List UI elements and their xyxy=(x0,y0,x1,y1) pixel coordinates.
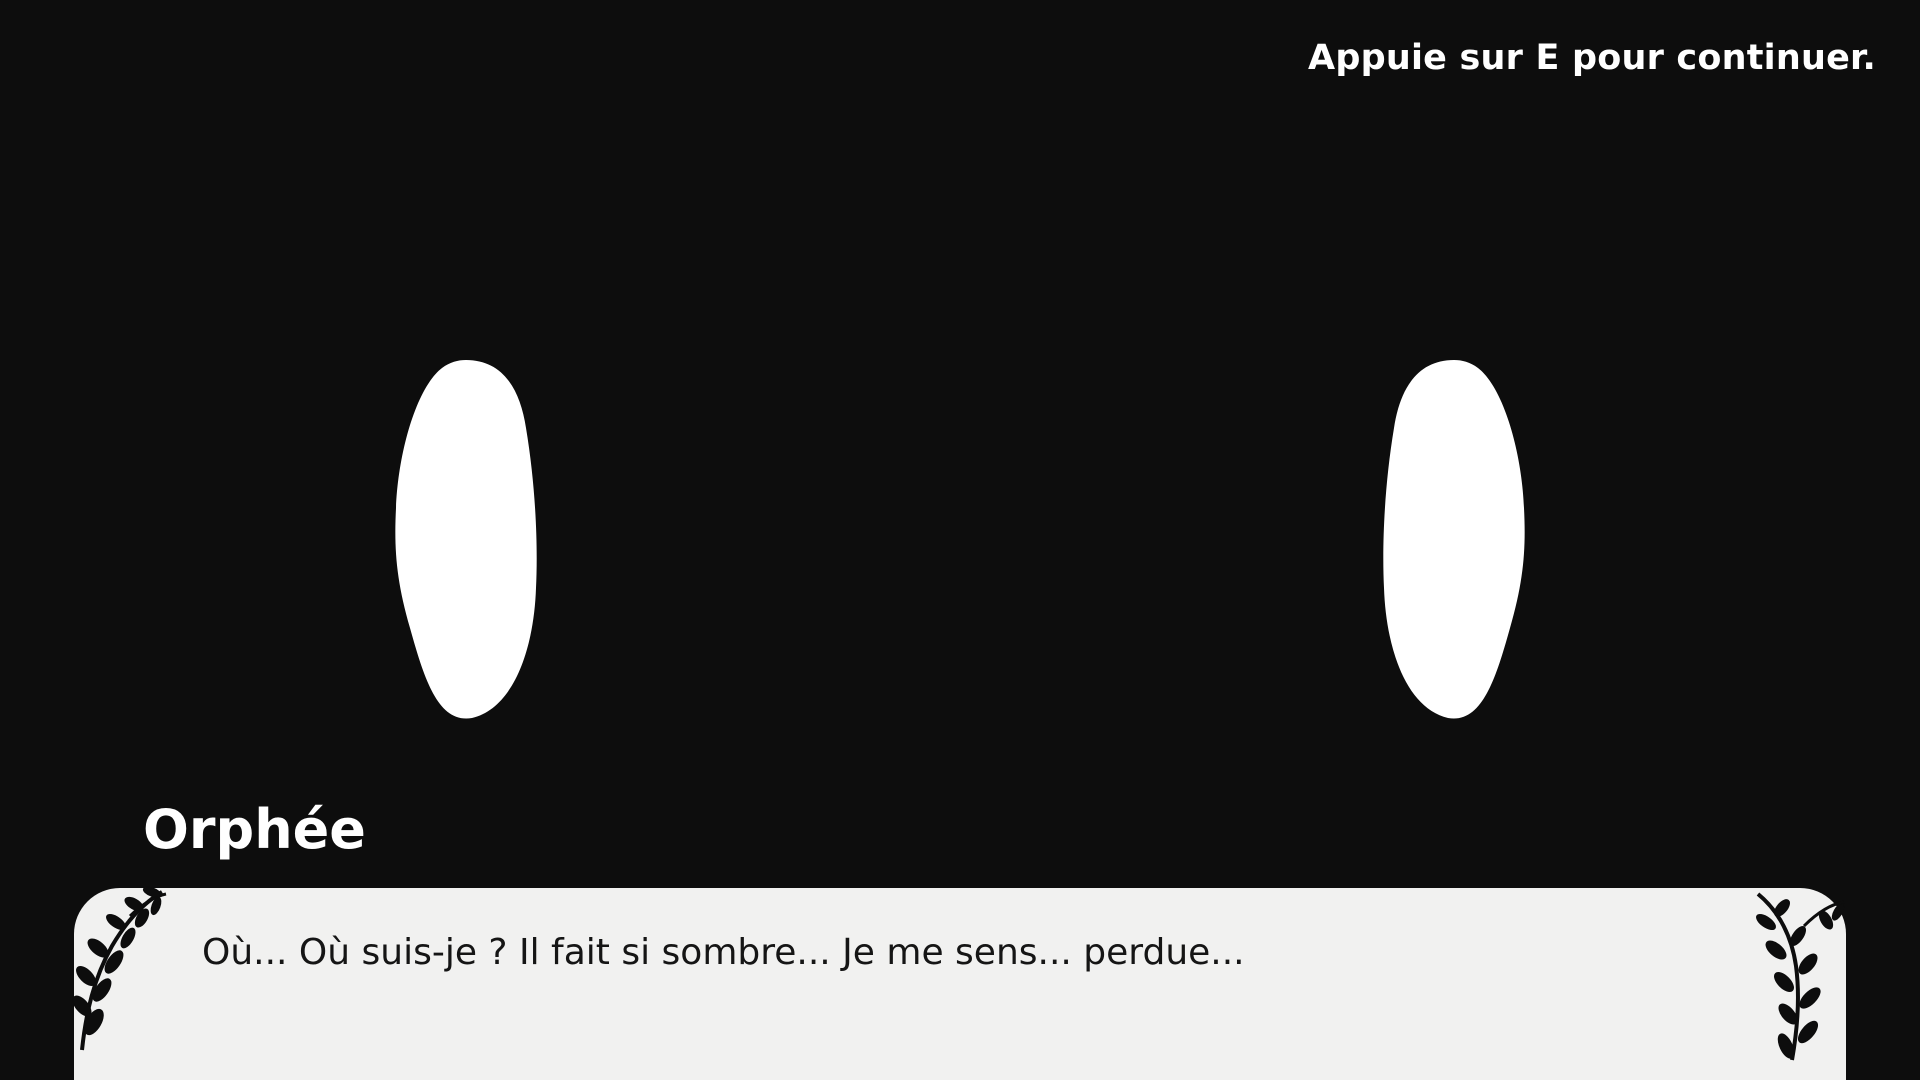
right-eye-icon xyxy=(1383,360,1525,719)
continue-hint: Appuie sur E pour continuer. xyxy=(1308,38,1876,78)
dialogue-box[interactable]: Où... Où suis-je ? Il fait si sombre... … xyxy=(72,886,1846,1080)
vine-left-icon xyxy=(72,886,167,1051)
dialogue-text: Où... Où suis-je ? Il fait si sombre... … xyxy=(202,932,1245,973)
vine-right-icon xyxy=(1756,892,1845,1061)
speaker-name: Orphée xyxy=(143,798,366,861)
left-eye-icon xyxy=(395,360,537,719)
game-scene: Appuie sur E pour continuer. Orphée Où..… xyxy=(0,0,1920,1080)
